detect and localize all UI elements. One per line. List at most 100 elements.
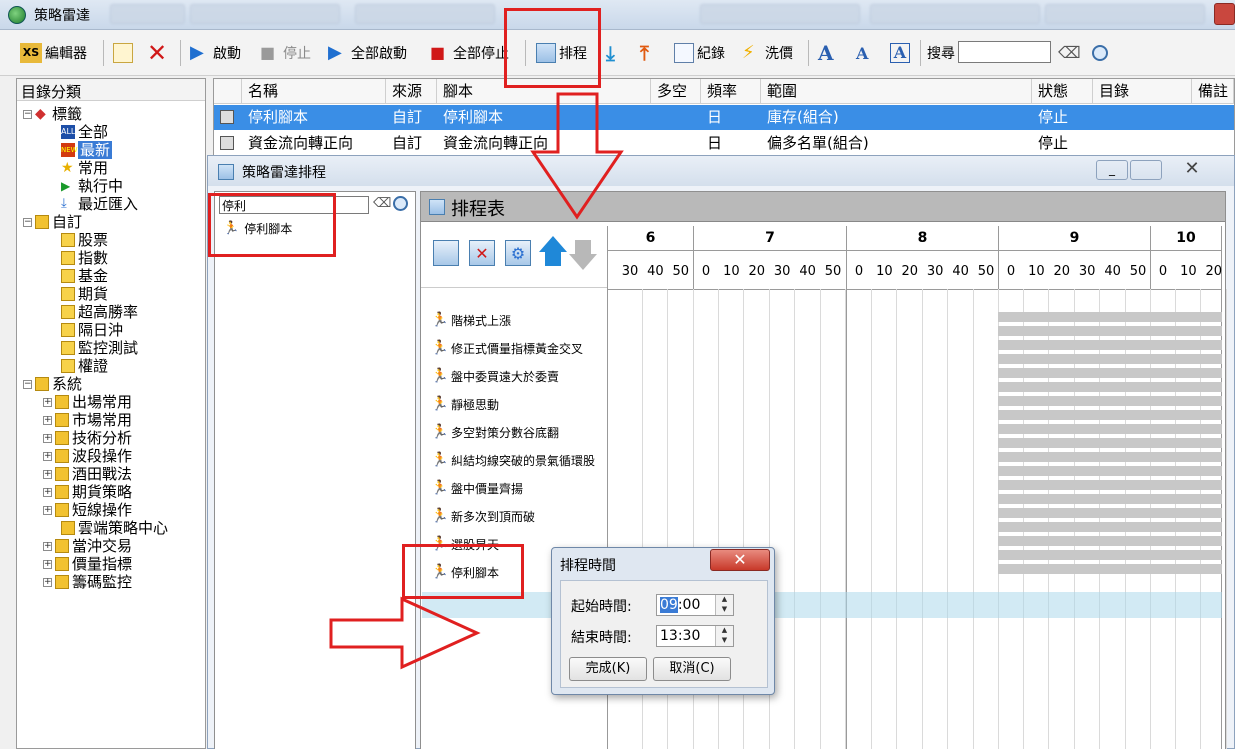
new-button[interactable] — [113, 38, 133, 68]
tree-item[interactable]: 隔日沖 — [61, 321, 123, 339]
scheduled-script-item[interactable]: 🏃 靜極思動 — [431, 394, 499, 414]
start-button[interactable]: ▶ 啟動 — [190, 38, 241, 68]
editor-button[interactable]: XS 編輯器 — [20, 38, 87, 68]
column-header-direction[interactable]: 多空 — [651, 79, 701, 104]
start-all-button[interactable]: ▶ 全部啟動 — [328, 38, 407, 68]
scheduled-script-item[interactable]: 🏃 新多次到頂而破 — [431, 506, 535, 526]
column-header-status[interactable]: 狀態 — [1032, 79, 1093, 104]
magnifier-icon — [1092, 45, 1108, 61]
expand-icon[interactable]: + — [43, 577, 52, 587]
tree-label: 指數 — [78, 249, 109, 267]
collapse-icon[interactable]: − — [23, 379, 32, 389]
spin-down-icon[interactable]: ▼ — [715, 636, 733, 646]
expand-icon[interactable]: + — [43, 415, 52, 425]
add-schedule-icon[interactable] — [433, 240, 459, 266]
move-up-icon[interactable] — [539, 236, 567, 252]
magnifier-icon[interactable] — [393, 196, 408, 211]
stop-button[interactable]: ■ 停止 — [260, 38, 311, 68]
expand-icon[interactable]: + — [43, 397, 52, 407]
scheduled-script-item[interactable]: 🏃 修正式價量指標黃金交叉 — [431, 338, 583, 358]
window-close-button[interactable] — [1214, 3, 1235, 25]
tree-item[interactable]: 權證 — [61, 357, 108, 375]
clear-icon[interactable]: ⌫ — [373, 196, 391, 211]
start-time-input[interactable]: 09:00 ▲ ▼ — [656, 594, 734, 616]
export-button[interactable]: ⤒ — [640, 38, 660, 68]
expand-icon[interactable]: + — [43, 469, 52, 479]
font-reset-button[interactable]: A — [890, 38, 910, 68]
scheduled-script-item[interactable]: 🏃 階梯式上漲 — [431, 310, 511, 330]
tree-item-running[interactable]: ▶ 執行中 — [61, 177, 123, 195]
column-header-name[interactable]: 名稱 — [242, 79, 386, 104]
expand-icon[interactable]: + — [43, 433, 52, 443]
settings-gear-icon[interactable]: ⚙ — [505, 240, 531, 266]
tree-item[interactable]: + 價量指標 — [43, 555, 132, 573]
scheduled-script-item[interactable]: 🏃 多空對策分數谷底翻 — [431, 422, 559, 442]
collapse-icon[interactable]: − — [23, 217, 32, 227]
ok-button[interactable]: 完成(K) — [569, 657, 647, 681]
tree-item[interactable]: 指數 — [61, 249, 108, 267]
tree-item[interactable]: 基金 — [61, 267, 108, 285]
tree-item-all[interactable]: ALL 全部 — [61, 123, 108, 141]
tree-item-favorite[interactable]: ★ 常用 — [61, 159, 108, 177]
minute-tick-label: 50 — [824, 264, 842, 279]
stop-all-button[interactable]: ■ 全部停止 — [430, 38, 509, 68]
table-row[interactable]: 資金流向轉正向 自訂 資金流向轉正向 日 偏多名單(組合) 停止 — [214, 131, 1234, 156]
log-button[interactable]: 紀錄 — [674, 38, 725, 68]
spin-down-icon[interactable]: ▼ — [715, 605, 733, 615]
tree-item[interactable]: + 市場常用 — [43, 411, 132, 429]
maximize-button[interactable] — [1130, 160, 1162, 180]
clear-search-button[interactable]: ⌫ — [1058, 38, 1081, 68]
tree-item[interactable]: 監控測試 — [61, 339, 138, 357]
spin-up-icon[interactable]: ▲ — [715, 595, 733, 605]
tree-item[interactable]: + 短線操作 — [43, 501, 132, 519]
tree-item-newest[interactable]: NEW 最新 — [61, 141, 113, 159]
table-row[interactable]: 停利腳本 自訂 停利腳本 日 庫存(組合) 停止 — [214, 105, 1234, 130]
expand-icon[interactable]: + — [43, 451, 52, 461]
tree-node-tags[interactable]: − ◆ 標籤 — [23, 105, 82, 123]
cancel-button[interactable]: 取消(C) — [653, 657, 731, 681]
tree-node-custom[interactable]: − 自訂 — [23, 213, 82, 231]
column-header-frequency[interactable]: 頻率 — [701, 79, 761, 104]
wash-button[interactable]: ⚡ 洗價 — [742, 38, 793, 68]
expand-icon[interactable]: + — [43, 505, 52, 515]
search-button[interactable] — [1092, 38, 1108, 68]
delete-schedule-icon[interactable]: ✕ — [469, 240, 495, 266]
column-header-source[interactable]: 來源 — [386, 79, 437, 104]
expand-icon[interactable]: + — [43, 541, 52, 551]
column-header-range[interactable]: 範圍 — [761, 79, 1032, 104]
tree-item[interactable]: + 酒田戰法 — [43, 465, 132, 483]
spin-up-icon[interactable]: ▲ — [715, 626, 733, 636]
search-input[interactable] — [958, 41, 1051, 63]
font-decrease-button[interactable]: A — [856, 38, 876, 68]
scheduled-script-item[interactable]: 🏃 盤中價量齊揚 — [431, 478, 523, 498]
minimize-button[interactable]: _ — [1096, 160, 1128, 180]
tree-item[interactable]: + 波段操作 — [43, 447, 132, 465]
dialog-close-button[interactable]: ✕ — [710, 549, 770, 571]
delete-button[interactable]: ✕ — [147, 38, 167, 68]
tree-item[interactable]: + 籌碼監控 — [43, 573, 132, 591]
column-header-note[interactable]: 備註 — [1192, 79, 1234, 104]
tree-item[interactable]: + 當沖交易 — [43, 537, 132, 555]
tree-item[interactable]: + 技術分析 — [43, 429, 132, 447]
end-time-input[interactable]: 13:30 ▲ ▼ — [656, 625, 734, 647]
scheduled-script-item[interactable]: 🏃 盤中委買遠大於委賣 — [431, 366, 559, 386]
tree-node-system[interactable]: − 系統 — [23, 375, 82, 393]
scheduler-close-button[interactable]: ✕ — [1168, 158, 1216, 180]
import-button[interactable]: ⤓ — [606, 38, 626, 68]
scheduled-script-item[interactable]: 🏃 糾結均線突破的景氣循環股 — [431, 450, 595, 470]
expand-icon[interactable]: + — [43, 559, 52, 569]
tree-item[interactable]: 股票 — [61, 231, 108, 249]
tree-item[interactable]: 超高勝率 — [61, 303, 138, 321]
move-down-icon[interactable] — [569, 254, 597, 270]
tree-item[interactable]: 雲端策略中心 — [61, 519, 168, 537]
collapse-icon[interactable]: − — [23, 109, 32, 119]
tree-item[interactable]: + 期貨策略 — [43, 483, 132, 501]
row-checkbox[interactable] — [220, 136, 234, 150]
tree-item[interactable]: 期貨 — [61, 285, 108, 303]
tree-item[interactable]: + 出場常用 — [43, 393, 132, 411]
tree-item-recent-import[interactable]: ⤓ 最近匯入 — [61, 195, 138, 213]
column-header-directory[interactable]: 目錄 — [1093, 79, 1192, 104]
row-checkbox[interactable] — [220, 110, 234, 124]
expand-icon[interactable]: + — [43, 487, 52, 497]
font-increase-button[interactable]: A — [818, 38, 838, 68]
